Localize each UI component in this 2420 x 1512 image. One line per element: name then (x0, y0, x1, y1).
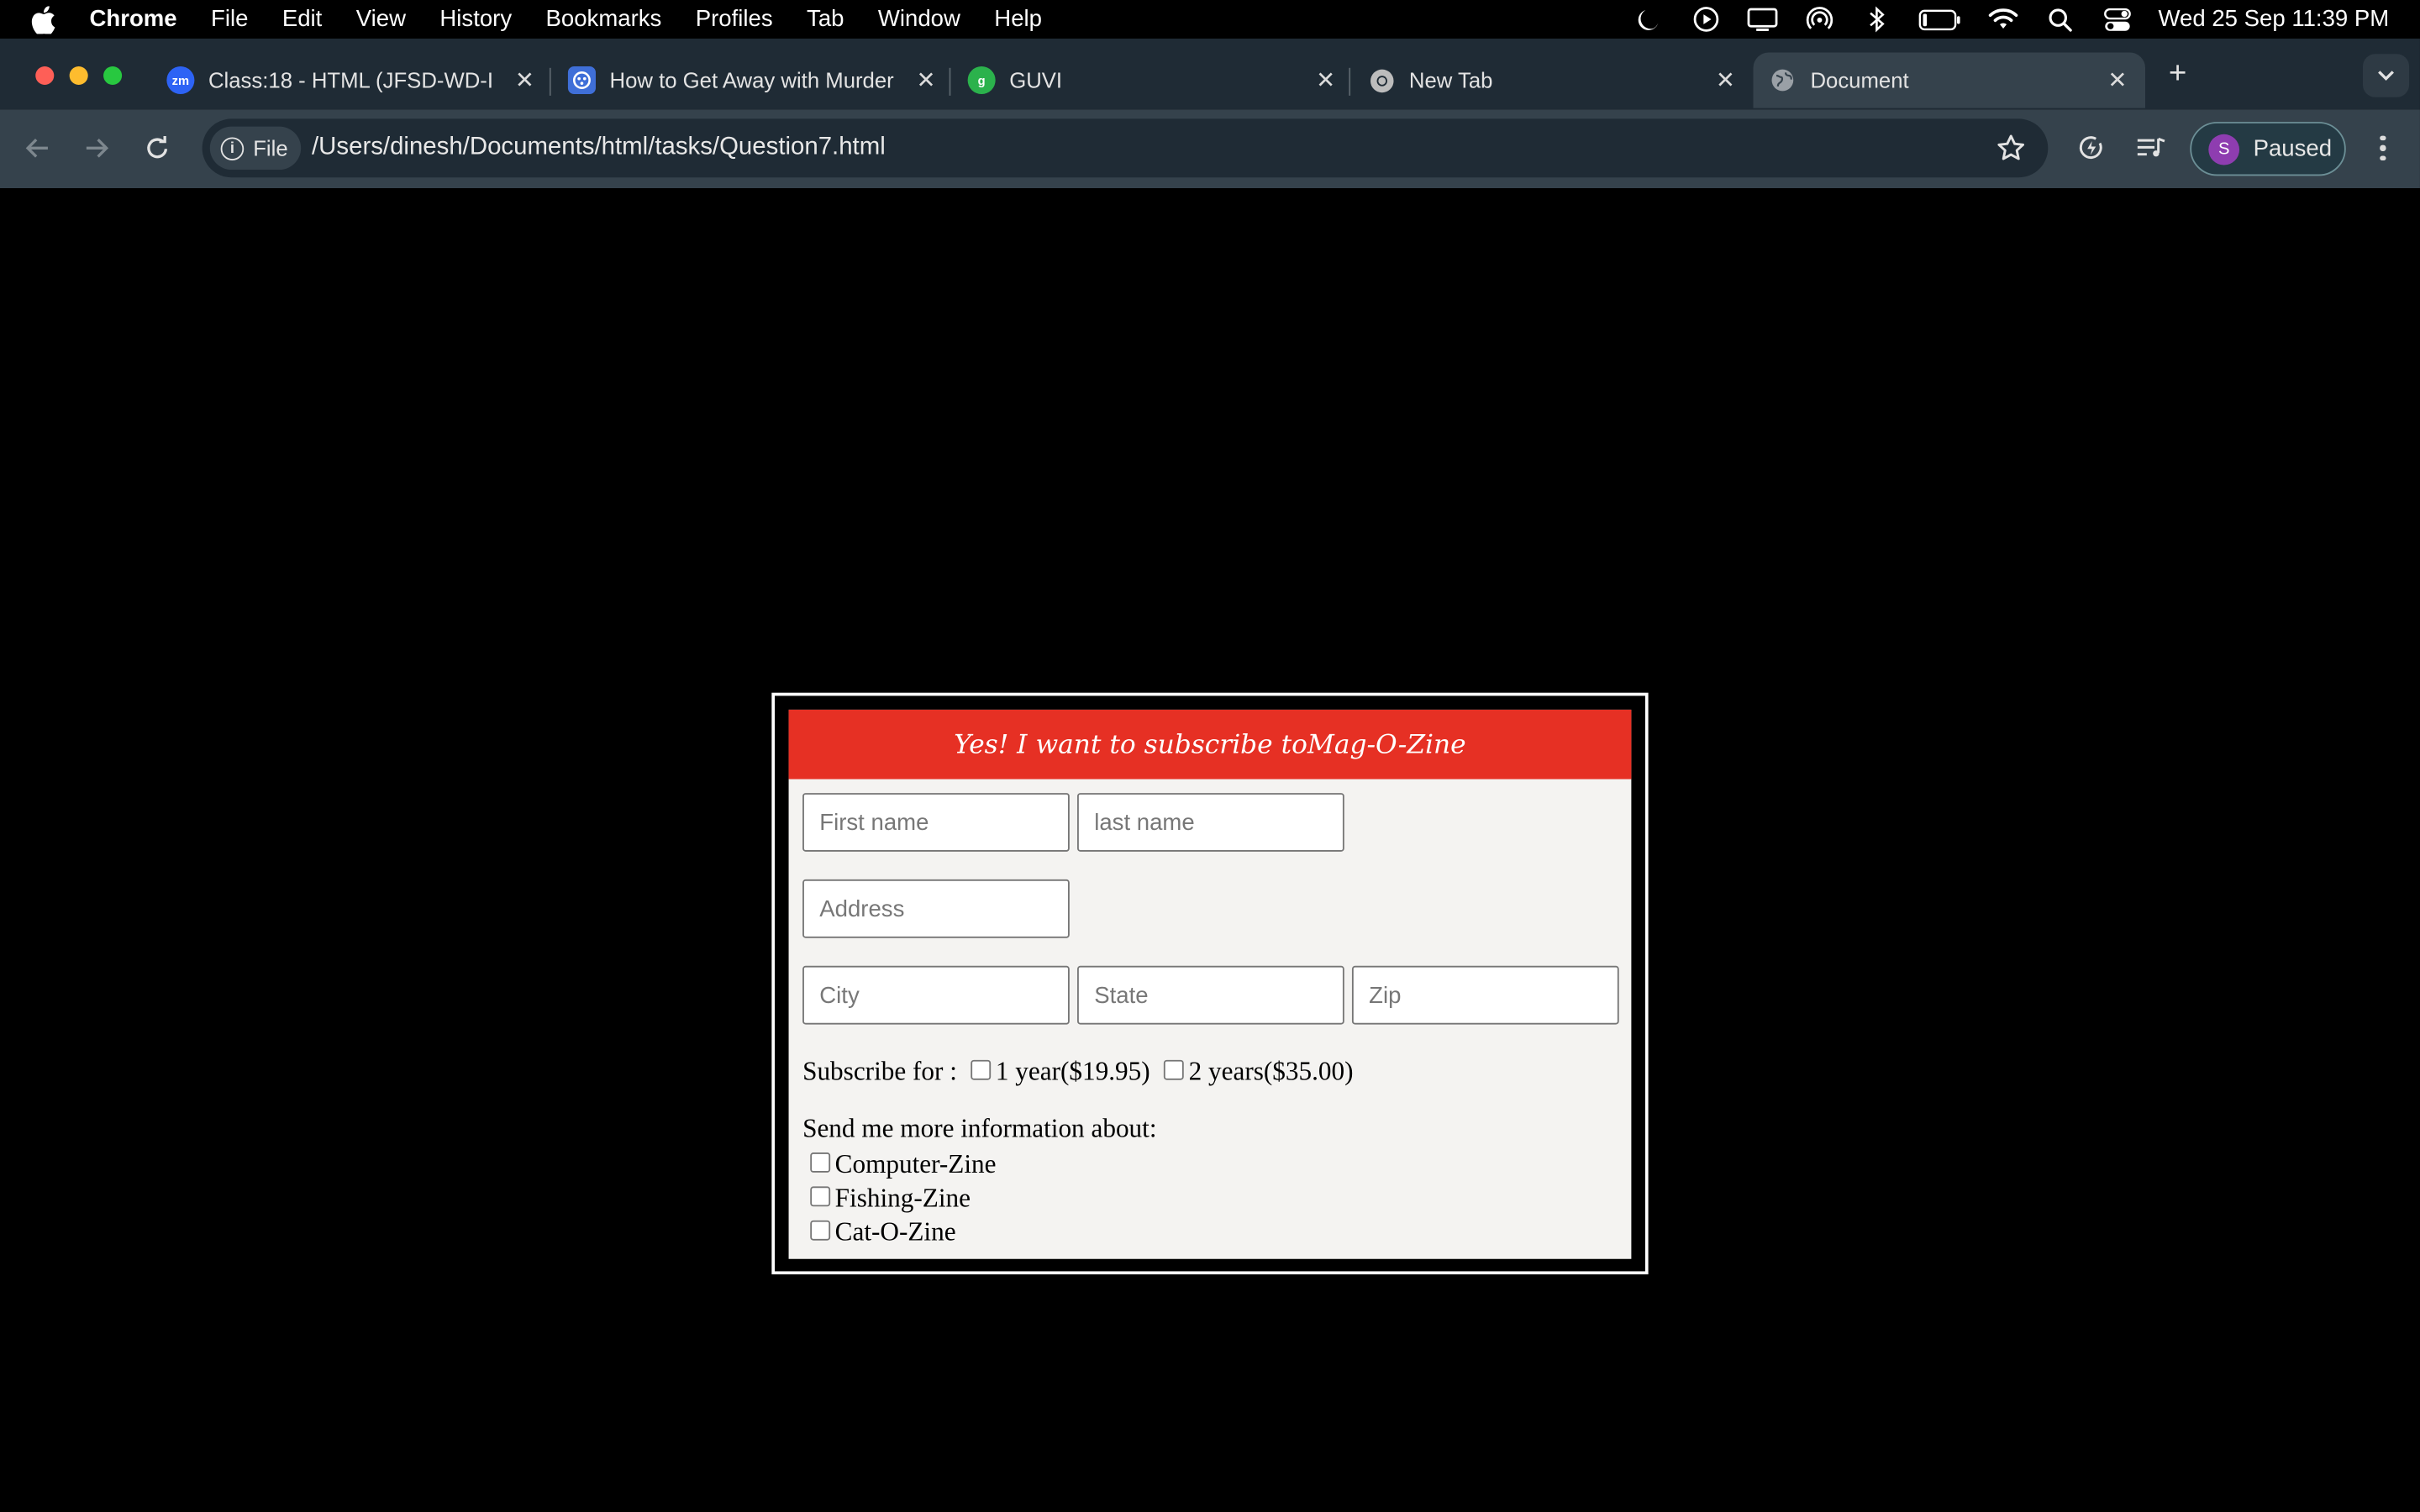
apple-menu-icon[interactable] (31, 5, 55, 34)
tab-title: GUVI (1009, 67, 1063, 93)
cat-o-zine-checkbox[interactable] (810, 1219, 831, 1240)
avatar: S (2208, 133, 2240, 165)
status-area: Wed 25 Sep 11:39 PM (1609, 0, 2390, 39)
zip-input[interactable] (1351, 965, 1619, 1025)
menu-tab[interactable]: Tab (807, 6, 844, 32)
tab-title: How to Get Away with Murder (609, 67, 894, 93)
menubar-clock[interactable]: Wed 25 Sep 11:39 PM (2159, 6, 2390, 32)
list-item: Cat-O-Zine (810, 1215, 1156, 1249)
tab-document[interactable]: Document ✕ (1753, 52, 2146, 108)
two-years-label: 2 years($35.00) (1188, 1057, 1354, 1087)
one-year-label: 1 year($19.95) (995, 1057, 1150, 1087)
spotlight-search-icon[interactable] (2044, 5, 2078, 33)
tab-close-icon[interactable]: ✕ (1713, 68, 1738, 94)
menu-history[interactable]: History (439, 6, 512, 32)
minimize-window-button[interactable] (69, 66, 88, 86)
subscription-form-frame: Yes! I want to subscribe toMag-O-Zine Su… (771, 692, 1649, 1275)
more-info-label: Send me more information about: (802, 1114, 1157, 1143)
close-window-button[interactable] (35, 66, 55, 86)
first-name-input[interactable] (802, 793, 1070, 852)
cat-o-zine-label: Cat-O-Zine (834, 1217, 956, 1247)
profile-status-label: Paused (2253, 135, 2333, 162)
chrome-icon (1367, 66, 1395, 94)
computer-zine-checkbox[interactable] (810, 1152, 831, 1172)
bookmark-star-icon[interactable] (1996, 133, 2027, 164)
menu-window[interactable]: Window (878, 6, 960, 32)
tab-new-tab[interactable]: New Tab ✕ (1367, 52, 1738, 108)
guvi-icon: g (967, 66, 996, 95)
zoom-icon: zm (166, 66, 195, 95)
tab-separator (949, 67, 951, 96)
bluetooth-icon[interactable] (1860, 5, 1894, 33)
tab-close-icon[interactable]: ✕ (2105, 68, 2129, 94)
address-row (802, 879, 1631, 938)
subscription-form: Yes! I want to subscribe toMag-O-Zine Su… (788, 709, 1632, 1259)
globe-icon (1769, 66, 1797, 94)
extension-performance-icon[interactable] (2075, 131, 2108, 165)
one-year-checkbox[interactable] (971, 1058, 992, 1079)
city-input[interactable] (802, 965, 1070, 1025)
url-text[interactable]: /Users/dinesh/Documents/html/tasks/Quest… (312, 118, 886, 177)
airdrop-icon[interactable] (1803, 5, 1837, 33)
last-name-input[interactable] (1077, 793, 1344, 852)
tab-close-icon[interactable]: ✕ (513, 68, 537, 94)
battery-icon[interactable] (1918, 5, 1964, 33)
two-years-checkbox[interactable] (1164, 1058, 1185, 1079)
tab-title: Document (1810, 67, 1909, 93)
tab-search-chevron-down-icon[interactable] (2362, 54, 2410, 97)
chrome-tab-strip: zm Class:18 - HTML (JFSD-WD-I ✕ How to G… (0, 38, 2420, 110)
state-input[interactable] (1077, 965, 1344, 1025)
name-row (802, 793, 1631, 852)
subscription-length-row: Subscribe for : 1 year($19.95) 2 years($… (802, 1057, 1353, 1088)
site-info-label: File (253, 135, 288, 161)
tab-close-icon[interactable]: ✕ (1313, 68, 1338, 94)
form-heading: Yes! I want to subscribe toMag-O-Zine (788, 709, 1632, 780)
back-arrow-icon[interactable] (20, 131, 54, 165)
movie-site-icon (567, 66, 596, 95)
tab-class-18-html[interactable]: zm Class:18 - HTML (JFSD-WD-I ✕ (166, 52, 537, 108)
chrome-toolbar: i File /Users/dinesh/Documents/html/task… (0, 109, 2420, 189)
new-tab-plus-icon[interactable]: + (2160, 56, 2194, 91)
subscribe-label: Subscribe for : (802, 1057, 957, 1087)
menu-view[interactable]: View (356, 6, 406, 32)
control-center-icon[interactable] (2102, 5, 2135, 33)
wifi-icon[interactable] (1987, 5, 2021, 33)
moon-icon[interactable] (1632, 5, 1665, 33)
tab-separator (1349, 67, 1351, 96)
reload-icon[interactable] (140, 131, 174, 165)
more-menu-icon[interactable] (2367, 131, 2398, 165)
fishing-zine-checkbox[interactable] (810, 1185, 831, 1206)
site-info-chip[interactable]: i File (209, 126, 302, 171)
more-info-section: Send me more information about: Computer… (802, 1114, 1156, 1250)
forward-arrow-icon[interactable] (81, 131, 114, 165)
tab-how-to-get-away-with-murder[interactable]: How to Get Away with Murder ✕ (567, 52, 939, 108)
address-bar[interactable]: i File /Users/dinesh/Documents/html/task… (202, 118, 2049, 178)
media-queue-icon[interactable] (2134, 131, 2168, 165)
list-item: Fishing-Zine (810, 1182, 1156, 1215)
menu-app-name[interactable]: Chrome (90, 6, 177, 32)
menu-bookmarks[interactable]: Bookmarks (546, 6, 662, 32)
macos-menu-bar: Chrome File Edit View History Bookmarks … (0, 0, 2420, 39)
info-icon: i (220, 136, 245, 160)
display-icon[interactable] (1746, 5, 1780, 33)
tab-title: Class:18 - HTML (JFSD-WD-I (208, 67, 493, 93)
play-icon[interactable] (1689, 5, 1723, 33)
city-state-zip-row (802, 965, 1631, 1025)
tab-separator (549, 67, 551, 96)
fishing-zine-label: Fishing-Zine (834, 1183, 971, 1213)
menu-edit[interactable]: Edit (282, 6, 322, 32)
zoom-window-button[interactable] (103, 66, 123, 86)
menu-profiles[interactable]: Profiles (696, 6, 773, 32)
tab-close-icon[interactable]: ✕ (913, 68, 938, 94)
tab-title: New Tab (1408, 67, 1493, 93)
address-input[interactable] (802, 879, 1070, 938)
computer-zine-label: Computer-Zine (834, 1149, 997, 1179)
profile-paused-button[interactable]: S Paused (2190, 122, 2346, 176)
menu-file[interactable]: File (211, 6, 248, 32)
list-item: Computer-Zine (810, 1148, 1156, 1182)
tab-guvi[interactable]: g GUVI ✕ (967, 52, 1339, 108)
menu-help[interactable]: Help (994, 6, 1042, 32)
